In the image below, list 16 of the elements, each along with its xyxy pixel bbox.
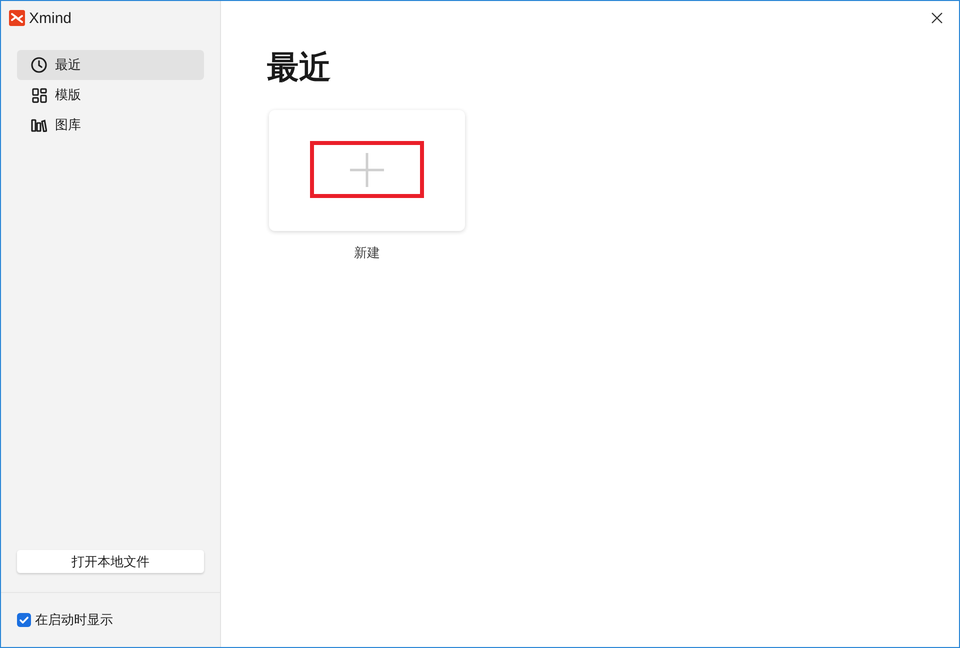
books-icon xyxy=(31,117,47,133)
close-icon[interactable] xyxy=(931,12,943,24)
checkbox[interactable] xyxy=(17,613,31,627)
card-label: 新建 xyxy=(354,244,380,262)
logo-icon xyxy=(9,10,25,26)
new-file-card[interactable] xyxy=(269,110,465,231)
plus-icon xyxy=(350,152,384,186)
clock-icon xyxy=(31,57,47,73)
app-title: Xmind xyxy=(29,10,72,26)
sidebar-item[interactable]: 模版 xyxy=(17,80,204,110)
checkbox-label: 在启动时显示 xyxy=(35,611,113,630)
page-heading: 最近 xyxy=(267,48,332,87)
sidebar-item[interactable]: 图库 xyxy=(17,110,204,140)
grid-icon xyxy=(31,87,47,103)
sidebar-item[interactable]: 最近 xyxy=(17,50,204,80)
open-local-file-button[interactable]: 打开本地文件 xyxy=(17,550,204,573)
